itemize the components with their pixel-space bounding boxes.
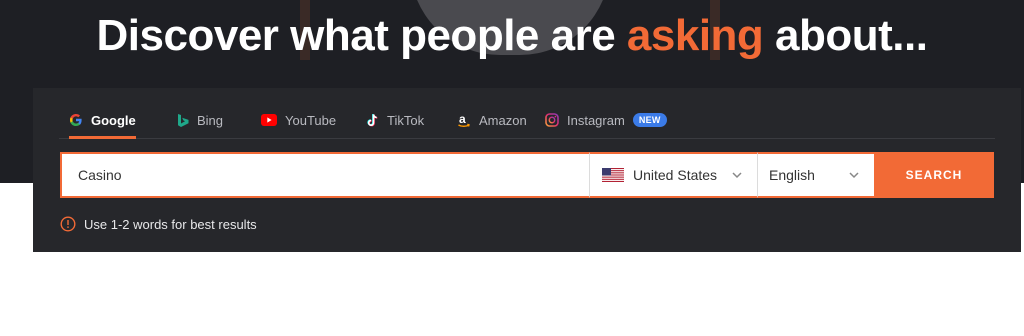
bing-icon <box>178 113 189 127</box>
headline-text-end: about... <box>763 11 928 60</box>
tab-tiktok-label: TikTok <box>387 112 425 128</box>
chevron-down-icon <box>732 172 742 179</box>
country-select[interactable]: United States <box>589 152 757 198</box>
tab-youtube-label: YouTube <box>285 112 337 128</box>
chevron-down-icon <box>849 172 859 179</box>
tab-google-label: Google <box>91 112 136 128</box>
tab-google[interactable]: Google <box>69 102 136 139</box>
headline-text-start: Discover what people are <box>96 11 627 60</box>
instagram-icon <box>545 113 559 127</box>
warning-icon <box>60 216 76 232</box>
tab-instagram-label: Instagram <box>567 112 625 128</box>
search-hint: Use 1-2 words for best results <box>60 216 257 232</box>
svg-text:a: a <box>459 113 466 126</box>
language-select-label: English <box>769 167 815 183</box>
search-input[interactable] <box>60 152 589 198</box>
language-select[interactable]: English <box>757 152 874 198</box>
amazon-icon: a <box>458 113 470 127</box>
youtube-icon <box>261 114 277 126</box>
tab-bing-label: Bing <box>197 112 224 128</box>
search-button[interactable]: SEARCH <box>874 152 994 198</box>
country-select-label: United States <box>633 167 718 183</box>
headline-accent: asking <box>626 11 764 60</box>
tab-youtube[interactable]: YouTube <box>261 102 336 138</box>
tab-amazon[interactable]: a Amazon <box>457 102 527 138</box>
tab-tiktok[interactable]: TikTok <box>365 102 424 138</box>
google-icon <box>70 114 82 126</box>
new-badge: NEW <box>632 113 667 127</box>
tiktok-icon <box>367 113 378 126</box>
us-flag-icon <box>602 168 624 182</box>
page-headline: Discover what people are asking about... <box>0 6 1024 66</box>
search-bar: United States English SEARCH <box>60 152 994 198</box>
tab-bing[interactable]: Bing <box>177 102 223 138</box>
search-hint-text: Use 1-2 words for best results <box>84 216 257 232</box>
tab-instagram[interactable]: Instagram NEW <box>545 102 667 138</box>
search-panel: Google Bing YouTube TikTok a Amazon Inst… <box>33 88 1021 252</box>
platform-tabs: Google Bing YouTube TikTok a Amazon Inst… <box>59 102 995 139</box>
tab-amazon-label: Amazon <box>479 112 527 128</box>
